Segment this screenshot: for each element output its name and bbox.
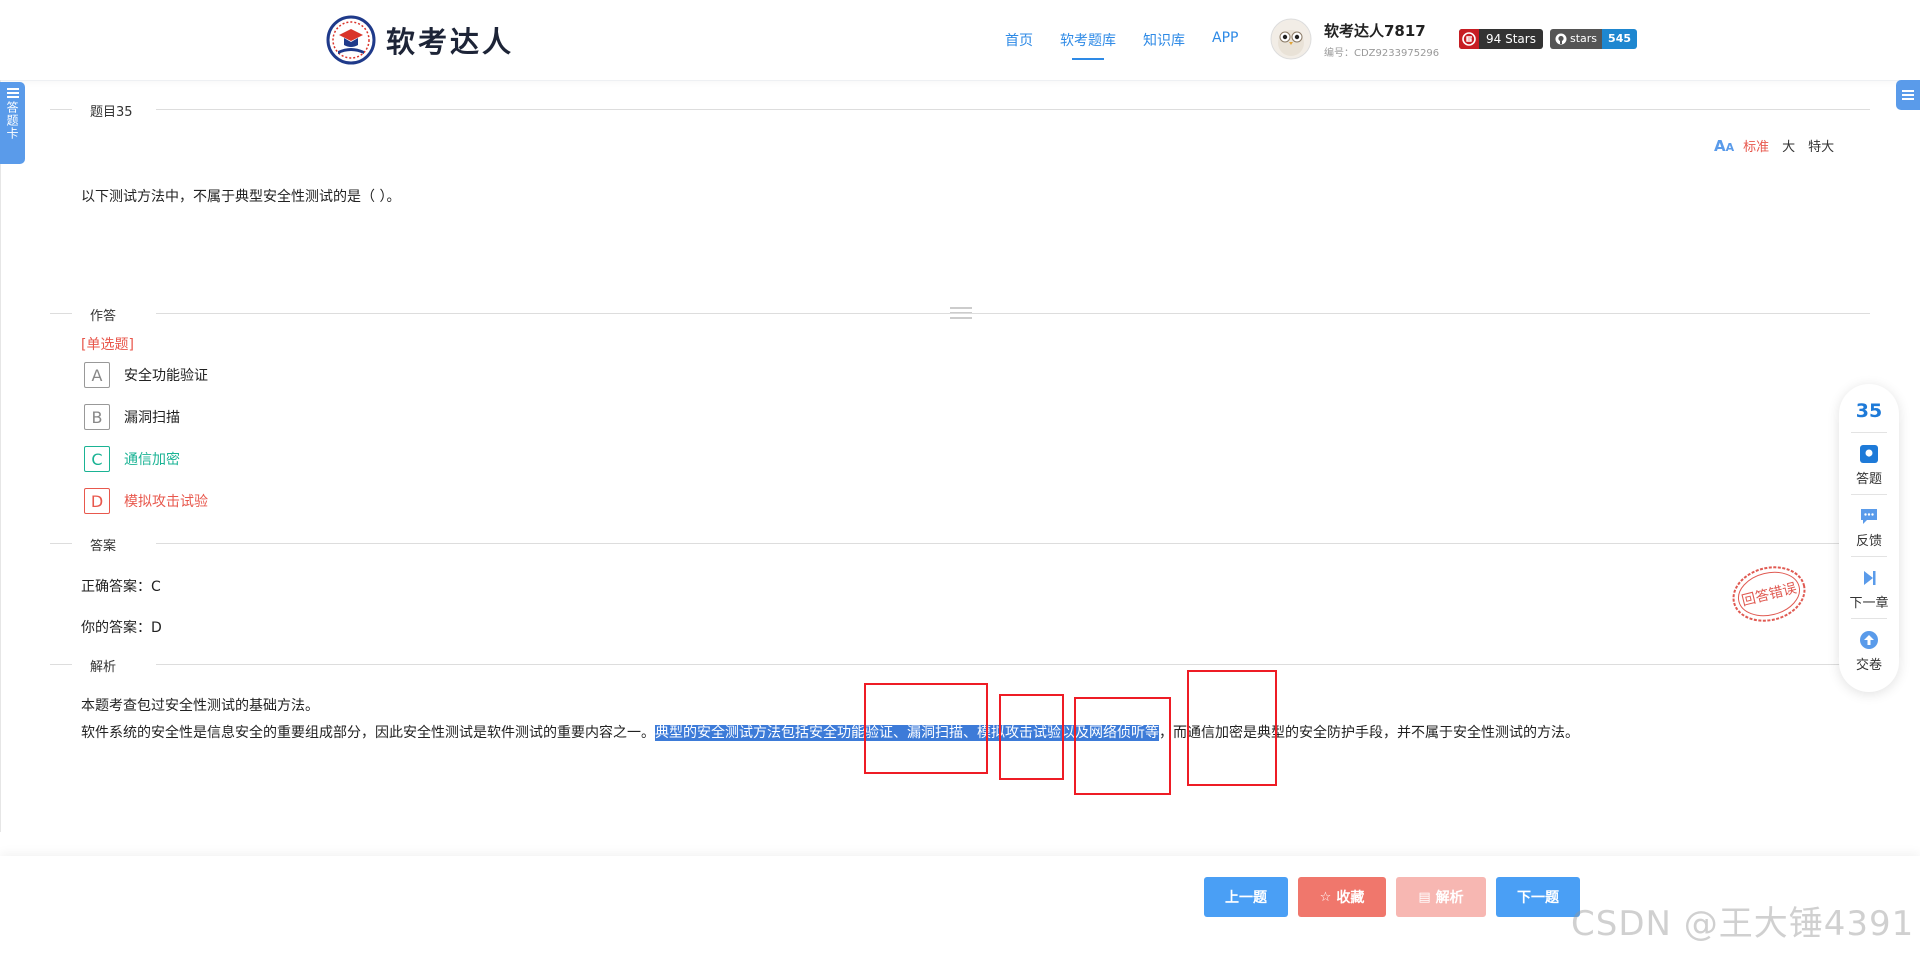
option-a[interactable]: A 安全功能验证	[84, 362, 208, 388]
github-stars-label: stars	[1570, 32, 1598, 45]
annotation-box	[1074, 697, 1171, 795]
option-letter: B	[84, 404, 110, 430]
favorite-label: 收藏	[1336, 890, 1365, 906]
correct-answer: 正确答案：C	[81, 579, 161, 595]
question-text: 以下测试方法中，不属于典型安全性测试的是（ ）。	[81, 189, 401, 205]
annotation-box	[864, 683, 988, 774]
font-standard-option[interactable]: 标准	[1743, 136, 1769, 155]
answer-button[interactable]: 答题	[1839, 444, 1899, 487]
annotation-box	[999, 694, 1064, 780]
question-section-header: 题目35	[50, 99, 1870, 120]
skip-next-icon	[1864, 571, 1876, 585]
answer-card-label: 答题卡	[5, 101, 19, 140]
font-size-control: AA 标准 大 特大	[1714, 136, 1847, 156]
answer-card-tab[interactable]: 答题卡	[0, 82, 25, 164]
answer-sheet-icon	[1860, 445, 1878, 463]
gitee-stars-text: 94 Stars	[1486, 32, 1536, 46]
analysis-button[interactable]: ▤ 解析	[1396, 877, 1486, 917]
option-d[interactable]: D 模拟攻击试验	[84, 488, 208, 514]
user-profile[interactable]: 软考达人7817 编号：CDZ9233975296	[1270, 18, 1439, 60]
nav-app[interactable]: APP	[1212, 30, 1238, 50]
nav-question-bank[interactable]: 软考题库	[1060, 30, 1116, 60]
right-menu-tab[interactable]	[1896, 80, 1920, 110]
answer-label: 答题	[1855, 472, 1882, 487]
result-section-header: 答案	[50, 533, 1870, 554]
github-stars-count: 545	[1602, 29, 1638, 49]
document-icon: ▤	[1418, 889, 1431, 905]
upload-icon	[1860, 631, 1878, 649]
owl-avatar-icon	[1270, 18, 1312, 60]
option-b[interactable]: B 漏洞扫描	[84, 404, 180, 430]
option-letter: D	[84, 488, 110, 514]
nav-home[interactable]: 首页	[1005, 30, 1033, 50]
logo-emblem-icon	[326, 15, 376, 65]
option-text: 漏洞扫描	[124, 410, 180, 426]
option-c[interactable]: C 通信加密	[84, 446, 180, 472]
analysis-label: 解析	[1435, 890, 1464, 906]
divider	[1851, 494, 1887, 495]
feedback-button[interactable]: 反馈	[1839, 506, 1899, 549]
option-text: 通信加密	[124, 452, 180, 468]
user-name: 软考达人7817	[1324, 21, 1426, 40]
nav-knowledge-base[interactable]: 知识库	[1143, 30, 1185, 50]
user-id: 编号：CDZ9233975296	[1324, 47, 1440, 59]
explanation-section-title: 解析	[90, 660, 117, 675]
explanation-line-1: 本题考查包过安全性测试的基础方法。	[81, 698, 319, 714]
question-counter: 35	[1855, 400, 1883, 422]
option-letter: A	[84, 362, 110, 388]
submit-button[interactable]: 交卷	[1839, 630, 1899, 673]
annotation-box	[1187, 670, 1277, 786]
question-number: 题目35	[90, 105, 133, 120]
your-answer: 你的答案：D	[81, 620, 162, 636]
next-chapter-button[interactable]: 下一章	[1839, 568, 1899, 611]
stamp-text: 回答错误	[1740, 579, 1798, 609]
site-logo[interactable]: 软考达人	[326, 15, 514, 65]
font-size-icon: AA	[1714, 136, 1735, 155]
explanation-line-2: 软件系统的安全性是信息安全的重要组成部分，因此安全性测试是软件测试的重要内容之一…	[81, 722, 1579, 742]
answer-section-header: 作答	[50, 303, 1870, 324]
answer-section-title: 作答	[90, 309, 117, 324]
divider	[1851, 432, 1887, 433]
font-xlarge-option[interactable]: 特大	[1808, 136, 1834, 155]
result-section-title: 答案	[90, 539, 117, 554]
github-stars-badge[interactable]: stars 545	[1550, 29, 1638, 49]
question-type-label: [单选题]	[81, 337, 134, 353]
logo-text: 软考达人	[386, 25, 515, 59]
main-nav: 首页 软考题库 知识库 APP	[1005, 30, 1265, 60]
option-letter: C	[84, 446, 110, 472]
wrong-answer-stamp: 回答错误	[1732, 566, 1806, 622]
font-large-option[interactable]: 大	[1782, 136, 1795, 155]
github-icon	[1555, 33, 1567, 45]
explanation-text: 软件系统的安全性是信息安全的重要组成部分，因此安全性测试是软件测试的重要内容之一…	[81, 725, 655, 741]
option-text: 模拟攻击试验	[124, 494, 208, 510]
option-text: 安全功能验证	[124, 368, 208, 384]
feedback-icon	[1861, 509, 1877, 524]
submit-label: 交卷	[1855, 658, 1882, 673]
divider	[1851, 556, 1887, 557]
menu-icon	[6, 88, 19, 98]
content-left-border	[0, 80, 1, 832]
floating-toolbar: 35 答题 反馈 下一章 交卷	[1839, 384, 1899, 692]
csdn-watermark: CSDN @王大锤4391	[1571, 904, 1915, 944]
menu-icon	[1902, 90, 1914, 100]
next-question-button[interactable]: 下一题	[1496, 877, 1580, 917]
top-header: 软考达人 首页 软考题库 知识库 APP 软考达人7817 编号：CDZ9233…	[0, 0, 1920, 81]
favorite-button[interactable]: ☆ 收藏	[1298, 877, 1386, 917]
divider	[1851, 618, 1887, 619]
prev-question-button[interactable]: 上一题	[1204, 877, 1288, 917]
feedback-label: 反馈	[1855, 534, 1882, 549]
next-chapter-label: 下一章	[1849, 596, 1889, 611]
gitee-icon	[1459, 29, 1479, 49]
star-icon: ☆	[1319, 889, 1332, 905]
explanation-section-header: 解析	[50, 654, 1870, 675]
gitee-stars-badge[interactable]: 94 Stars	[1459, 29, 1543, 49]
